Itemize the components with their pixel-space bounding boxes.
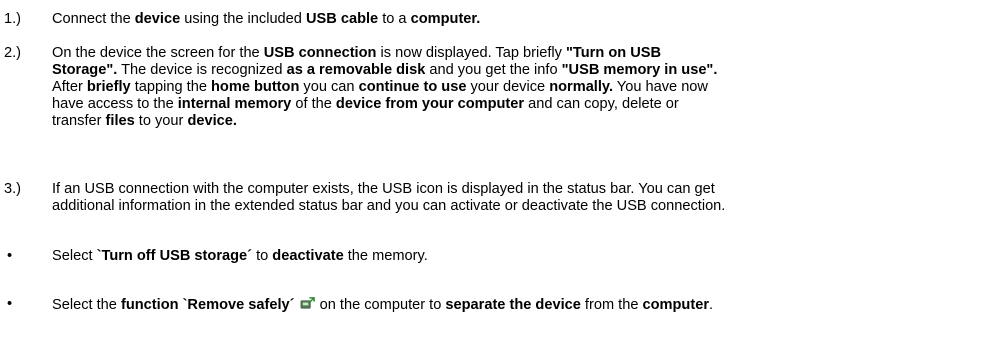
bold-text: computer. — [410, 11, 481, 27]
text-run: On the device the screen for the — [52, 45, 264, 61]
text-run: to a — [378, 11, 411, 27]
text-run: transfer — [52, 113, 106, 129]
text-run: have access to the — [52, 96, 178, 112]
text-run: and can copy, delete or — [524, 96, 679, 112]
bold-text: "USB memory in use". — [561, 62, 718, 78]
text-line: Select `Turn off USB storage´ to deactiv… — [52, 248, 982, 265]
bold-text: USB connection — [263, 45, 377, 61]
bold-text: device from your computer — [335, 96, 525, 112]
text-run: If an USB connection with the computer e… — [52, 181, 715, 197]
text-run: After — [52, 79, 87, 95]
bold-text: normally. — [549, 79, 614, 95]
text-line: additional information in the extended s… — [52, 198, 982, 215]
bold-text: as a removable disk — [286, 62, 426, 78]
text-line: If an USB connection with the computer e… — [52, 181, 982, 198]
text-run: to your — [134, 113, 188, 129]
bold-text: `Turn off USB storage´ — [96, 248, 253, 264]
text-run: to — [252, 248, 273, 264]
text-run: you can — [299, 79, 359, 95]
step-text: If an USB connection with the computer e… — [52, 181, 982, 215]
text-run: from the — [580, 297, 643, 313]
bold-text: briefly — [86, 79, 131, 95]
bold-text: home button — [211, 79, 300, 95]
step-text: On the device the screen for the USB con… — [52, 45, 982, 130]
text-run: The device is recognized — [117, 62, 287, 78]
bullet-text: Select `Turn off USB storage´ to deactiv… — [52, 248, 982, 265]
bold-text: device — [134, 11, 181, 27]
text-run: You have now — [613, 79, 708, 95]
bold-text: USB cable — [305, 11, 379, 27]
bold-text: "Turn on USB — [566, 45, 662, 61]
text-run: additional information in the extended s… — [52, 198, 726, 214]
text-run: Select — [52, 248, 97, 264]
text-run: on the computer to — [315, 297, 446, 313]
text-run — [295, 297, 299, 313]
text-run: Connect the — [52, 11, 135, 27]
text-line: Select the function `Remove safely´ on t… — [52, 296, 982, 314]
text-line: transfer files to your device. — [52, 113, 982, 130]
text-run: is now displayed. Tap briefly — [376, 45, 566, 61]
step-number: 3.) — [4, 181, 22, 197]
bold-text: device. — [187, 113, 237, 129]
text-run: Select the — [52, 297, 121, 313]
bold-text: deactivate — [272, 248, 344, 264]
bold-text: function `Remove safely´ — [120, 297, 295, 313]
step-number: 2.) — [4, 45, 22, 61]
text-run: the memory. — [343, 248, 428, 264]
text-line: On the device the screen for the USB con… — [52, 45, 982, 62]
text-run: . — [709, 297, 714, 313]
text-line: After briefly tapping the home button yo… — [52, 79, 982, 96]
bold-text: separate the device — [445, 297, 581, 313]
instruction-document: 1.) Connect the device using the include… — [0, 0, 982, 337]
safely-remove-hardware-icon — [300, 296, 315, 311]
bold-text: files — [105, 113, 135, 129]
text-run: and you get the info — [425, 62, 562, 78]
bullet-text: Select the function `Remove safely´ on t… — [52, 296, 982, 314]
text-run: of the — [291, 96, 336, 112]
text-run: tapping the — [130, 79, 212, 95]
step-number: 1.) — [4, 11, 22, 27]
text-line: Connect the device using the included US… — [52, 11, 982, 28]
bullet-symbol: • — [7, 248, 13, 264]
bold-text: internal memory — [177, 96, 292, 112]
bold-text: Storage". — [52, 62, 118, 78]
text-line: Storage". The device is recognized as a … — [52, 62, 982, 79]
text-run: your device — [466, 79, 550, 95]
bold-text: computer — [642, 297, 710, 313]
text-run: using the included — [180, 11, 306, 27]
bold-text: continue to use — [358, 79, 467, 95]
text-line: have access to the internal memory of th… — [52, 96, 982, 113]
step-text: Connect the device using the included US… — [52, 11, 982, 28]
bullet-symbol: • — [7, 296, 13, 312]
